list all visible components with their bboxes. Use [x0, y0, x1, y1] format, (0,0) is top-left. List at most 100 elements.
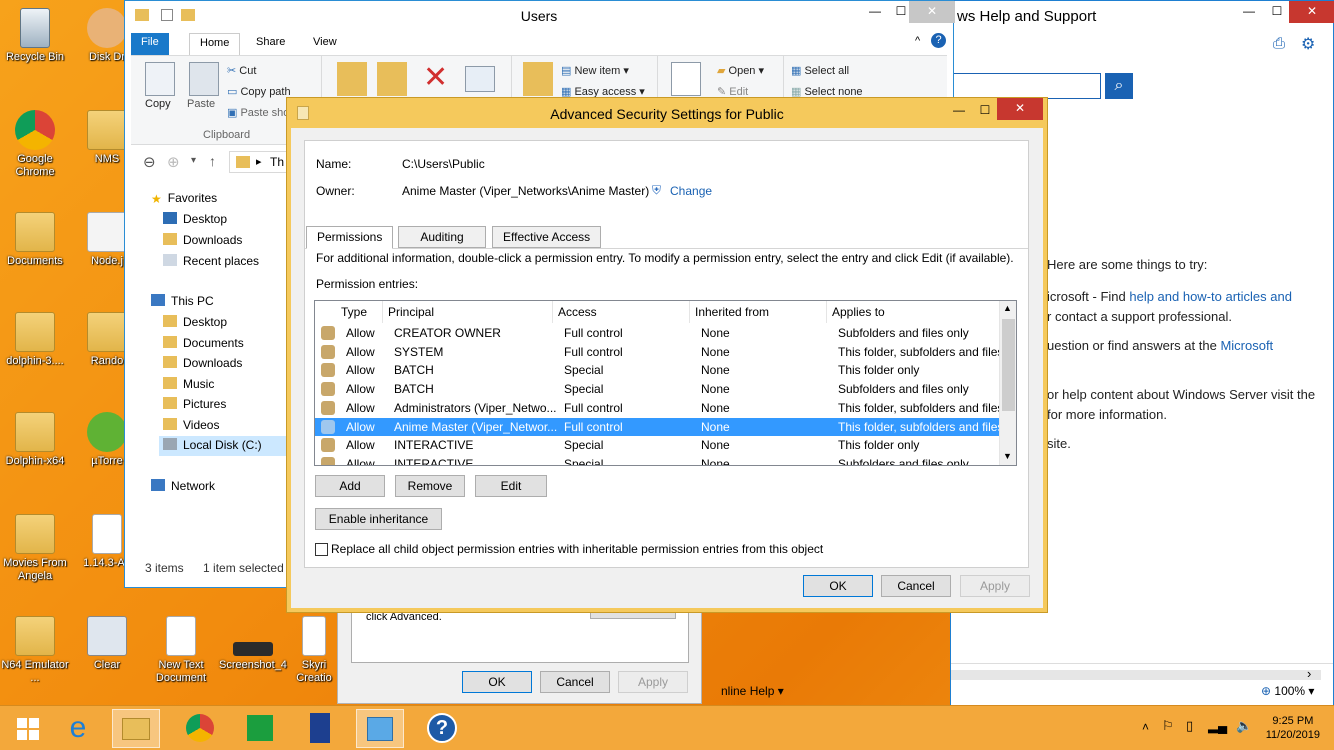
- back-arrow-icon[interactable]: ⊖: [143, 153, 156, 171]
- paste-shortcut-button[interactable]: ▣ Paste sho: [227, 106, 289, 119]
- delete-icon[interactable]: ✕: [423, 60, 448, 95]
- column-inherited-from[interactable]: Inherited from: [690, 301, 827, 323]
- chevron-up-icon[interactable]: ^: [915, 35, 920, 47]
- tab-auditing[interactable]: Auditing: [398, 226, 486, 248]
- apply-button[interactable]: Apply: [960, 575, 1030, 597]
- maximize-button[interactable]: ☐: [971, 100, 999, 122]
- taskbar-chrome[interactable]: [176, 709, 224, 748]
- taskbar-internet-explorer[interactable]: e: [54, 709, 102, 748]
- desktop-icon-skyrim[interactable]: Skyri Creatio: [290, 616, 338, 685]
- desktop-icon-dolphin-x64[interactable]: Dolphin-x64: [0, 412, 70, 468]
- column-type[interactable]: Type: [336, 301, 383, 323]
- permission-entries-list[interactable]: Type Principal Access Inherited from App…: [314, 300, 1017, 466]
- help-search-input[interactable]: [951, 73, 1101, 99]
- nav-local-disk[interactable]: Local Disk (C:): [159, 436, 287, 456]
- column-applies-to[interactable]: Applies to: [827, 301, 1001, 323]
- cancel-button[interactable]: Cancel: [540, 671, 610, 693]
- copy-to-icon[interactable]: [377, 62, 407, 96]
- minimize-button[interactable]: —: [861, 1, 889, 23]
- nav-this-pc[interactable]: This PC: [151, 294, 214, 308]
- column-principal[interactable]: Principal: [383, 301, 553, 323]
- nav-downloads[interactable]: Downloads: [163, 233, 242, 247]
- up-arrow-icon[interactable]: ↑: [209, 153, 216, 169]
- tab-effective-access[interactable]: Effective Access: [492, 226, 602, 248]
- remove-button[interactable]: Remove: [395, 475, 465, 497]
- ok-button[interactable]: OK: [803, 575, 873, 597]
- tab-permissions[interactable]: Permissions: [306, 226, 394, 249]
- minimize-button[interactable]: —: [1235, 1, 1263, 23]
- desktop-icon-documents[interactable]: Documents: [0, 212, 70, 268]
- power-icon[interactable]: ▯: [1186, 718, 1193, 734]
- chevron-down-icon[interactable]: ▾: [191, 155, 196, 166]
- paste-button[interactable]: Paste: [187, 98, 215, 110]
- vertical-scrollbar[interactable]: ▲ ▼: [999, 301, 1016, 465]
- apply-button[interactable]: Apply: [618, 671, 688, 693]
- desktop-icon-screenshot[interactable]: Screenshot_4: [218, 616, 288, 672]
- desktop-icon-recycle-bin[interactable]: Recycle Bin: [0, 8, 70, 64]
- permission-row[interactable]: Allow BATCH Special None This folder only: [315, 361, 1001, 380]
- zoom-control[interactable]: ⊕ 100% ▾: [1261, 684, 1314, 698]
- close-button[interactable]: ✕: [1289, 1, 1334, 23]
- nav-music[interactable]: Music: [163, 377, 214, 391]
- desktop-icon-dolphin3[interactable]: dolphin-3....: [0, 312, 70, 368]
- select-all-button[interactable]: ▦ Select all: [791, 64, 849, 77]
- permission-row[interactable]: Allow Anime Master (Viper_Networ... Full c…: [315, 417, 1003, 437]
- tab-home[interactable]: Home: [189, 33, 241, 55]
- horizontal-scrollbar[interactable]: [951, 670, 1321, 680]
- move-to-icon[interactable]: [337, 62, 367, 96]
- ok-button[interactable]: OK: [462, 671, 532, 693]
- online-help-menu[interactable]: nline Help ▾: [721, 684, 784, 698]
- edit-button[interactable]: Edit: [475, 475, 547, 497]
- taskbar-file-explorer[interactable]: [112, 709, 160, 748]
- replace-checkbox-label[interactable]: Replace all child object permission entr…: [331, 542, 823, 556]
- tab-view[interactable]: View: [303, 33, 347, 55]
- tab-share[interactable]: Share: [246, 33, 295, 55]
- permission-row[interactable]: Allow INTERACTIVE Special None This folder o…: [315, 436, 1001, 455]
- nav-pictures[interactable]: Pictures: [163, 397, 226, 411]
- copy-button[interactable]: Copy: [145, 98, 171, 110]
- permission-row[interactable]: Allow SYSTEM Full control None This folder, …: [315, 343, 1003, 362]
- print-icon[interactable]: ⎙: [1273, 35, 1285, 52]
- close-button[interactable]: ✕: [997, 98, 1043, 120]
- permission-row[interactable]: Allow INTERACTIVE Special None Subfolders an…: [315, 455, 1001, 465]
- network-signal-icon[interactable]: ▂▄: [1208, 718, 1227, 734]
- volume-icon[interactable]: 🔈: [1236, 718, 1252, 734]
- help-icon[interactable]: ?: [931, 33, 946, 48]
- tab-file[interactable]: File: [131, 33, 169, 55]
- start-button[interactable]: [4, 709, 52, 748]
- nav-pc-downloads[interactable]: Downloads: [163, 356, 242, 370]
- help-link[interactable]: Microsoft: [1220, 338, 1273, 353]
- change-owner-link[interactable]: Change: [670, 184, 712, 198]
- rename-icon[interactable]: [465, 66, 495, 92]
- taskbar-control-panel[interactable]: [356, 709, 404, 748]
- chevron-up-icon[interactable]: ▲: [1003, 303, 1012, 313]
- nav-recent-places[interactable]: Recent places: [163, 254, 259, 268]
- desktop-icon-movies[interactable]: Movies From Angela: [0, 514, 70, 583]
- nav-favorites[interactable]: ★ Favorites: [151, 191, 217, 206]
- close-button[interactable]: ✕: [909, 1, 955, 23]
- column-access[interactable]: Access: [553, 301, 690, 323]
- permission-row[interactable]: Allow BATCH Special None Subfolders and file…: [315, 380, 1001, 399]
- desktop-icon-clear[interactable]: Clear: [72, 616, 142, 672]
- minimize-button[interactable]: —: [945, 100, 973, 122]
- open-button[interactable]: ▰ Open ▾: [717, 64, 764, 77]
- nav-desktop[interactable]: Desktop: [163, 212, 227, 226]
- chevron-down-icon[interactable]: ▼: [1003, 451, 1012, 461]
- forward-arrow-icon[interactable]: ⊕: [167, 153, 180, 171]
- nav-documents[interactable]: Documents: [163, 336, 244, 350]
- action-center-flag-icon[interactable]: ⚐: [1162, 718, 1174, 734]
- taskbar-calculator[interactable]: [296, 709, 344, 748]
- maximize-button[interactable]: ☐: [1263, 1, 1291, 23]
- help-link[interactable]: help and how-to articles and: [1129, 289, 1292, 304]
- chevron-right-icon[interactable]: ›: [1307, 666, 1311, 681]
- system-clock[interactable]: 9:25 PM 11/20/2019: [1266, 714, 1320, 742]
- new-item-button[interactable]: ▤ New item ▾: [561, 64, 629, 77]
- desktop-icon-new-text[interactable]: New Text Document: [146, 616, 216, 685]
- desktop-icon-n64[interactable]: N64 Emulator ...: [0, 616, 70, 685]
- cut-button[interactable]: ✂ Cut: [227, 64, 256, 77]
- properties-icon[interactable]: [671, 62, 701, 96]
- scrollbar-thumb[interactable]: [1002, 319, 1015, 411]
- enable-inheritance-button[interactable]: Enable inheritance: [315, 508, 442, 530]
- taskbar-help[interactable]: ?: [418, 709, 466, 748]
- replace-checkbox[interactable]: [315, 543, 328, 556]
